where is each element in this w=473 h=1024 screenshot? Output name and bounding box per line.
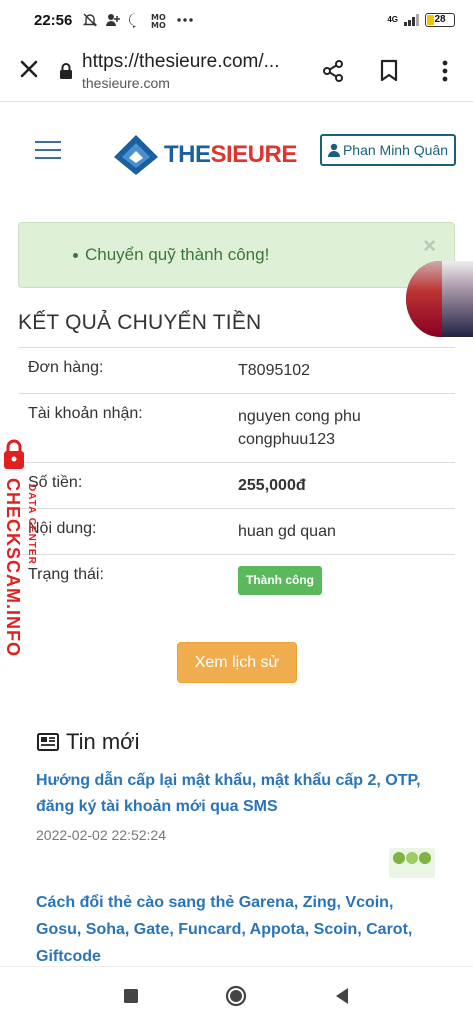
recents-button[interactable] <box>123 988 139 1004</box>
watermark-sub: DATA CENTER <box>26 484 37 565</box>
site-logo[interactable]: THESIEURE <box>112 133 297 177</box>
table-row: Trạng thái: Thành công <box>18 554 455 606</box>
row-label: Số tiền: <box>28 474 83 491</box>
user-icon <box>327 143 340 157</box>
news-heading-text: Tin mới <box>66 729 140 754</box>
row-label: Tài khoản nhận: <box>28 405 143 422</box>
kebab-menu-icon <box>442 60 448 81</box>
alert-close-button[interactable]: × <box>423 233 436 259</box>
bullet-dot <box>73 253 78 258</box>
bookmark-button[interactable] <box>361 59 417 83</box>
more-menu-button[interactable] <box>417 59 473 83</box>
checkscam-watermark: DATA CENTER CHECKSCAM.INFO <box>0 438 56 668</box>
screen: 22:56 MO MO 4G 28 https://thesieure.com/.… <box>0 0 473 1024</box>
transfer-result-table: Đơn hàng: T8095102 Tài khoản nhận: nguye… <box>18 347 455 606</box>
logo-text-sieure: SIEURE <box>210 141 298 168</box>
back-button[interactable] <box>334 987 350 1005</box>
user-name: Phan Minh Quân <box>342 142 449 158</box>
home-button[interactable] <box>224 984 248 1008</box>
news-item-date: 2022-02-02 22:52:24 <box>36 827 166 843</box>
success-alert: Chuyển quỹ thành công! × <box>18 222 455 288</box>
table-row: Tài khoản nhận: nguyen cong phu congphuu… <box>18 393 455 462</box>
floating-chat-avatar[interactable] <box>406 261 473 337</box>
row-label: Đơn hàng: <box>28 359 104 376</box>
logo-mark-icon <box>114 135 158 175</box>
signal-icon <box>404 14 419 26</box>
row-label: Trạng thái: <box>28 566 104 583</box>
site-header: THESIEURE Phan Minh Quân <box>0 103 473 198</box>
network-label: 4G <box>387 15 398 24</box>
logo-text: THESIEURE <box>164 141 297 169</box>
row-value: nguyen cong phu congphuu123 <box>238 405 445 451</box>
receiver-username: congphuu123 <box>238 431 335 448</box>
mo-icon: MOMO <box>151 13 166 28</box>
newspaper-icon <box>37 733 59 751</box>
web-page: THESIEURE Phan Minh Quân Chuyển quỹ thàn… <box>0 103 473 965</box>
row-label: Nội dung: <box>28 520 97 537</box>
close-tab-button[interactable] <box>0 55 58 86</box>
news-item-link[interactable]: Cách đổi thẻ cào sang thẻ Garena, Zing, … <box>36 889 436 965</box>
watermark-main: CHECKSCAM.INFO <box>3 478 23 657</box>
silent-icon <box>83 13 98 27</box>
share-button[interactable] <box>305 59 361 83</box>
alert-message: Chuyển quỹ thành công! <box>85 245 270 264</box>
person-add-icon <box>106 14 121 26</box>
share-icon <box>323 59 343 82</box>
status-icons: MO MO <box>82 12 194 28</box>
svg-text:MO: MO <box>151 21 166 28</box>
more-dots-icon <box>177 18 194 22</box>
row-value: Thành công <box>238 566 445 595</box>
row-value: T8095102 <box>238 362 311 379</box>
address-field[interactable]: https://thesieure.com/... thesieure.com <box>82 51 305 91</box>
table-row: Số tiền: 255,000đ <box>18 462 455 508</box>
status-time: 22:56 <box>34 11 73 29</box>
close-icon <box>20 60 38 78</box>
system-nav-bar <box>0 966 473 1024</box>
news-item-link[interactable]: Hướng dẫn cấp lại mật khẩu, mật khẩu cấp… <box>36 768 436 820</box>
row-value: huan gd quan <box>238 523 336 540</box>
news-heading: Tin mới <box>36 729 140 755</box>
logo-text-the: THE <box>164 141 211 168</box>
bookmark-icon <box>380 59 398 81</box>
news-item-thumbnail[interactable] <box>389 848 435 878</box>
table-row: Nội dung: huan gd quan <box>18 508 455 554</box>
hamburger-menu-button[interactable] <box>35 141 61 165</box>
table-row: Đơn hàng: T8095102 <box>18 347 455 393</box>
receiver-name: nguyen cong phu <box>238 408 361 425</box>
lock-icon <box>60 62 72 79</box>
user-account-button[interactable]: Phan Minh Quân <box>320 134 456 166</box>
browser-toolbar: https://thesieure.com/... thesieure.com <box>0 40 473 102</box>
amount-value: 255,000đ <box>238 477 306 494</box>
messenger-icon <box>129 13 141 28</box>
lock-icon <box>4 439 24 469</box>
view-history-button[interactable]: Xem lịch sử <box>177 642 297 683</box>
status-right: 4G 28 <box>387 13 455 27</box>
battery-level: 28 <box>434 14 446 25</box>
page-title: KẾT QUẢ CHUYỂN TIỀN <box>18 311 262 334</box>
status-badge: Thành công <box>238 566 322 595</box>
domain-text: thesieure.com <box>82 74 170 91</box>
url-text: https://thesieure.com/... <box>82 50 280 72</box>
battery-icon: 28 <box>425 13 455 27</box>
status-bar: 22:56 MO MO 4G 28 <box>0 0 473 40</box>
